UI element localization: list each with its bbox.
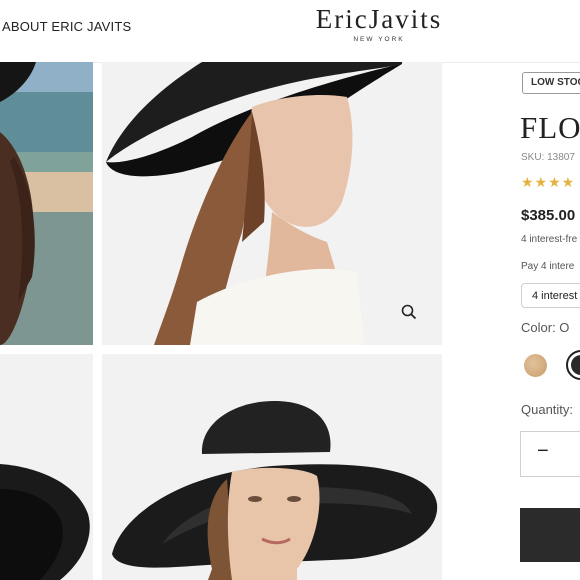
product-price: $385.00 (521, 207, 576, 224)
gallery-image-profile[interactable] (102, 62, 442, 345)
installment-info-text: 4 interest-fre (521, 234, 578, 245)
quantity-label: Quantity: (521, 402, 574, 417)
quantity-stepper (520, 431, 580, 477)
color-swatch-natural[interactable] (524, 354, 547, 377)
pay-installments-text: Pay 4 intere (521, 261, 575, 272)
stock-status-badge: LOW STOC (522, 72, 580, 94)
nav-about-link[interactable]: ABOUT ERIC JAVITS (2, 19, 131, 34)
logo-wordmark: EricJavits (315, 4, 443, 34)
rating-stars[interactable]: ★★★★ (521, 174, 575, 191)
product-sku: SKU: 13807 (521, 152, 575, 163)
quantity-decrease-button[interactable]: − (537, 440, 549, 463)
installment-select[interactable]: 4 interest (521, 283, 580, 308)
zoom-magnifier-icon[interactable] (400, 303, 418, 321)
gallery-image-front[interactable] (102, 354, 442, 580)
color-label: Color: O (521, 320, 570, 335)
site-header: ABOUT ERIC JAVITS EricJavits NEW YORK (0, 0, 580, 63)
gallery-image-beach[interactable] (0, 62, 93, 345)
logo-subtitle: NEW YORK (353, 36, 405, 43)
gallery-image-brim-detail[interactable] (0, 354, 93, 580)
product-title: FLOI (520, 110, 580, 145)
add-to-cart-button[interactable] (520, 508, 580, 562)
brand-logo[interactable]: EricJavits NEW YORK (308, 4, 450, 43)
